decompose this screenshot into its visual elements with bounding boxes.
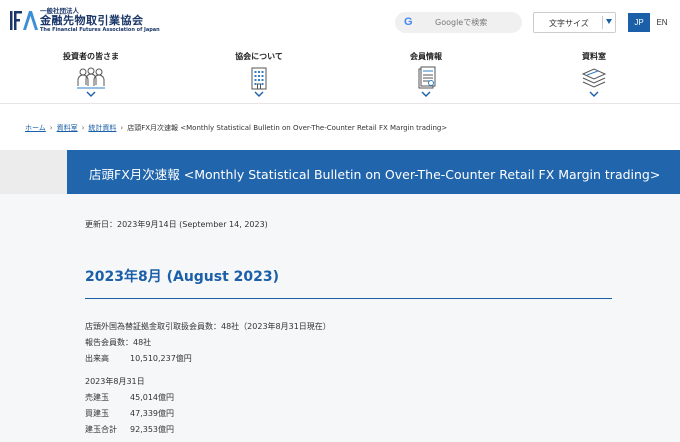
nav-label: 資料室 <box>582 52 606 61</box>
breadcrumb-current: 店頭FX月次速報 <Monthly Statistical Bulletin o… <box>127 124 448 132</box>
sell-label: 売建玉 <box>85 393 109 402</box>
nav-label: 投資者の皆さま <box>63 52 119 61</box>
site-header: 一般社団法人 金融先物取引業協会 The Financial Futures A… <box>0 0 680 44</box>
lang-jp-button[interactable]: JP <box>628 13 650 32</box>
document-icon <box>418 66 436 89</box>
chevron-down-icon <box>254 91 264 97</box>
search-placeholder: Googleで検索 <box>435 18 488 27</box>
total-row: 建玉合計 92,353億円 <box>85 425 174 435</box>
heading-rule <box>85 298 612 299</box>
page-title: 店頭FX月次速報 <Monthly Statistical Bulletin o… <box>89 167 661 182</box>
building-icon <box>251 67 267 90</box>
ffaj-logo-icon[interactable] <box>8 8 38 32</box>
buy-label: 買建玉 <box>85 409 109 418</box>
nav-item-about[interactable]: 協会について <box>204 51 314 97</box>
nav-item-members[interactable]: 会員情報 <box>371 51 481 97</box>
total-label: 建玉合計 <box>85 425 117 434</box>
volume-label: 出来高 <box>85 354 109 363</box>
total-value: 92,353億円 <box>130 425 174 434</box>
caret-down-icon <box>606 19 612 24</box>
volume-row: 出来高 10,510,237億円 <box>85 354 192 364</box>
breadcrumb-library-link[interactable]: 資料室 <box>57 124 78 132</box>
lang-en-button[interactable]: EN <box>650 13 674 32</box>
buy-row: 買建玉 47,339億円 <box>85 409 174 419</box>
banner-side-panel <box>0 150 67 194</box>
nav-item-investors[interactable]: 投資者の皆さま <box>36 51 146 97</box>
nav-divider <box>0 103 680 104</box>
org-name-block[interactable]: 一般社団法人 金融先物取引業協会 The Financial Futures A… <box>40 7 160 34</box>
people-icon <box>77 67 105 89</box>
breadcrumb-separator: › <box>49 124 53 132</box>
breadcrumb-separator: › <box>120 124 124 132</box>
nav-item-library[interactable]: 資料室 <box>539 51 649 97</box>
stack-icon <box>581 68 607 88</box>
google-icon: G <box>404 16 413 28</box>
chevron-down-icon <box>86 91 96 97</box>
org-name: 金融先物取引業協会 <box>40 14 144 27</box>
chevron-down-icon <box>589 91 599 97</box>
search-box[interactable]: G Googleで検索 <box>395 12 522 33</box>
font-size-separator <box>602 16 603 29</box>
breadcrumb-separator: › <box>81 124 85 132</box>
month-heading: 2023年8月 (August 2023) <box>85 269 280 285</box>
breadcrumb-home-link[interactable]: ホーム <box>25 124 46 132</box>
font-size-label: 文字サイズ <box>549 19 589 28</box>
reporting-members: 報告会員数：48社 <box>85 338 152 347</box>
chevron-down-icon <box>421 91 431 97</box>
sell-value: 45,014億円 <box>130 393 174 402</box>
updated-date: 更新日：2023年9月14日 (September 14, 2023) <box>85 220 268 229</box>
org-name-en: The Financial Futures Association of Jap… <box>40 27 160 33</box>
page-title-banner: 店頭FX月次速報 <Monthly Statistical Bulletin o… <box>67 150 680 194</box>
font-size-select[interactable]: 文字サイズ <box>533 12 616 33</box>
nav-label: 協会について <box>235 52 283 61</box>
members-count: 店頭外国為替証拠金取引取扱会員数：48社（2023年8月31日現在） <box>85 322 331 331</box>
volume-value: 10,510,237億円 <box>130 354 192 363</box>
buy-value: 47,339億円 <box>130 409 174 418</box>
nav-label: 会員情報 <box>410 52 442 61</box>
sell-row: 売建玉 45,014億円 <box>85 393 174 403</box>
breadcrumb: ホーム › 資料室 › 統計資料 › 店頭FX月次速報 <Monthly Statistic… <box>25 124 447 133</box>
content-area <box>0 194 680 442</box>
breadcrumb-stats-link[interactable]: 統計資料 <box>88 124 116 132</box>
position-date: 2023年8月31日 <box>85 377 145 386</box>
